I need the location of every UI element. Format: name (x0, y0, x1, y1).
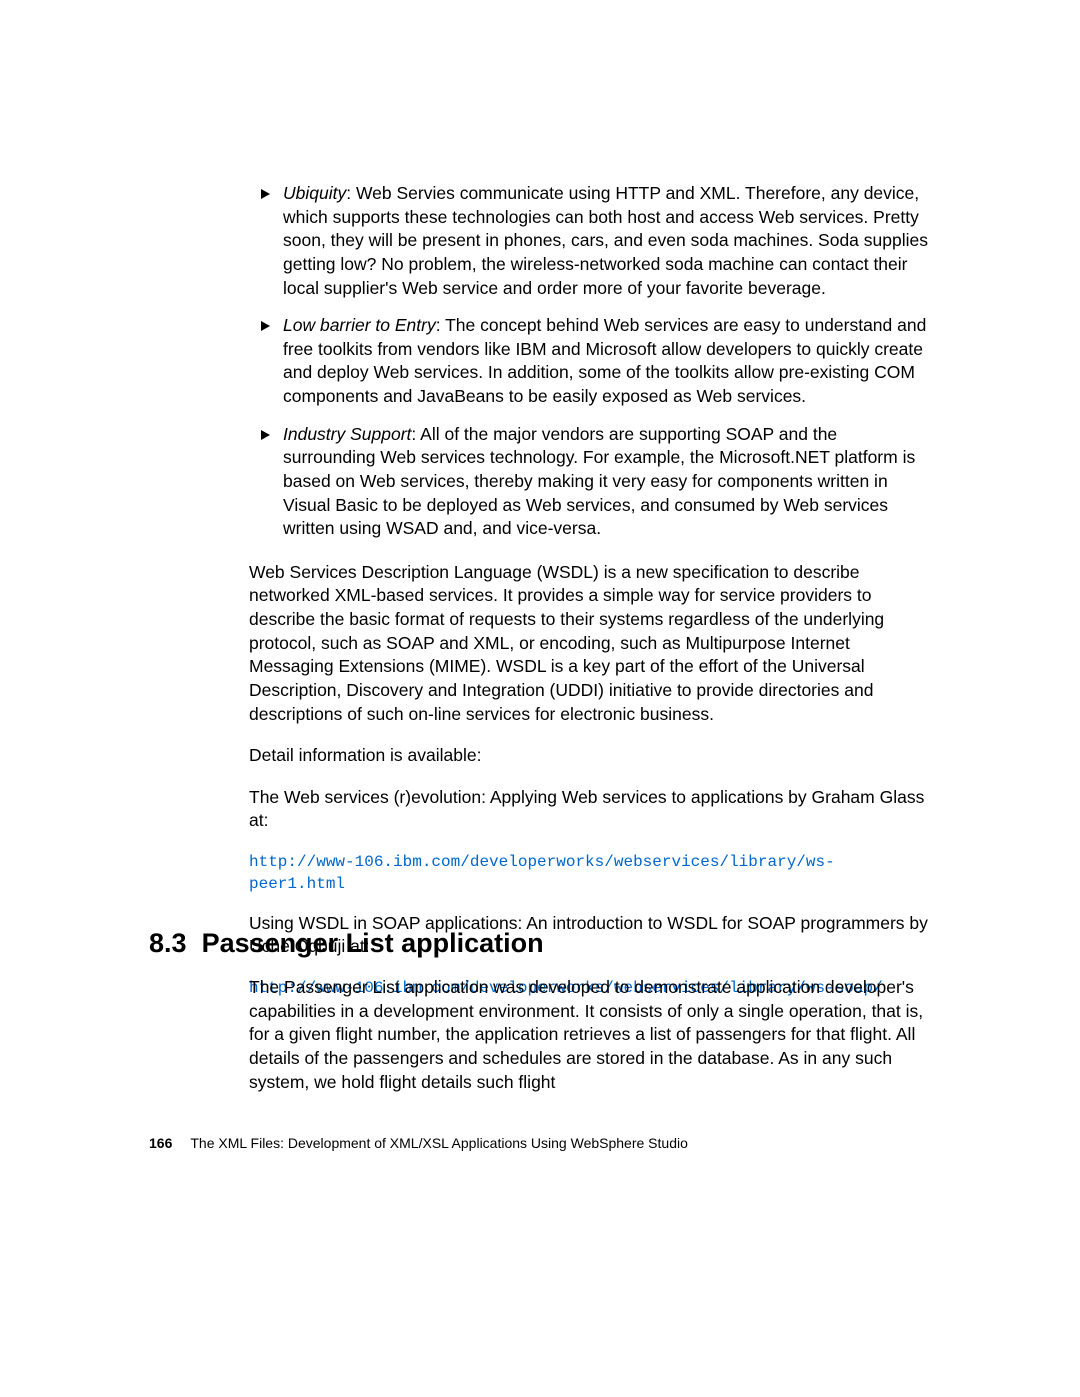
section-heading: 8.3 Passenger List application (149, 928, 544, 959)
triangle-bullet-icon (261, 321, 270, 331)
term: Industry Support (283, 424, 411, 444)
triangle-bullet-icon (261, 189, 270, 199)
list-item: Low barrier to Entry: The concept behind… (249, 314, 929, 409)
term: Low barrier to Entry (283, 315, 436, 335)
term: Ubiquity (283, 183, 346, 203)
page-number: 166 (149, 1135, 172, 1151)
wsdl-paragraph: Web Services Description Language (WSDL)… (249, 561, 929, 726)
list-item: Industry Support: All of the major vendo… (249, 423, 929, 541)
footer-title: The XML Files: Development of XML/XSL Ap… (190, 1135, 688, 1151)
section-body: The Passenger List application was devel… (249, 976, 929, 1094)
list-item: Ubiquity: Web Servies communicate using … (249, 182, 929, 300)
page-footer: 166 The XML Files: Development of XML/XSL… (149, 1135, 688, 1151)
bullet-list: Ubiquity: Web Servies communicate using … (249, 182, 929, 541)
link-ws-peer[interactable]: http://www-106.ibm.com/developerworks/we… (249, 851, 929, 896)
revolution-paragraph: The Web services (r)evolution: Applying … (249, 786, 929, 833)
detail-paragraph: Detail information is available: (249, 744, 929, 768)
triangle-bullet-icon (261, 430, 270, 440)
bullet-text: : Web Servies communicate using HTTP and… (283, 183, 928, 298)
section-number: 8.3 (149, 928, 187, 958)
section-title: Passenger List application (202, 928, 544, 958)
body-content: Ubiquity: Web Servies communicate using … (249, 182, 929, 1015)
